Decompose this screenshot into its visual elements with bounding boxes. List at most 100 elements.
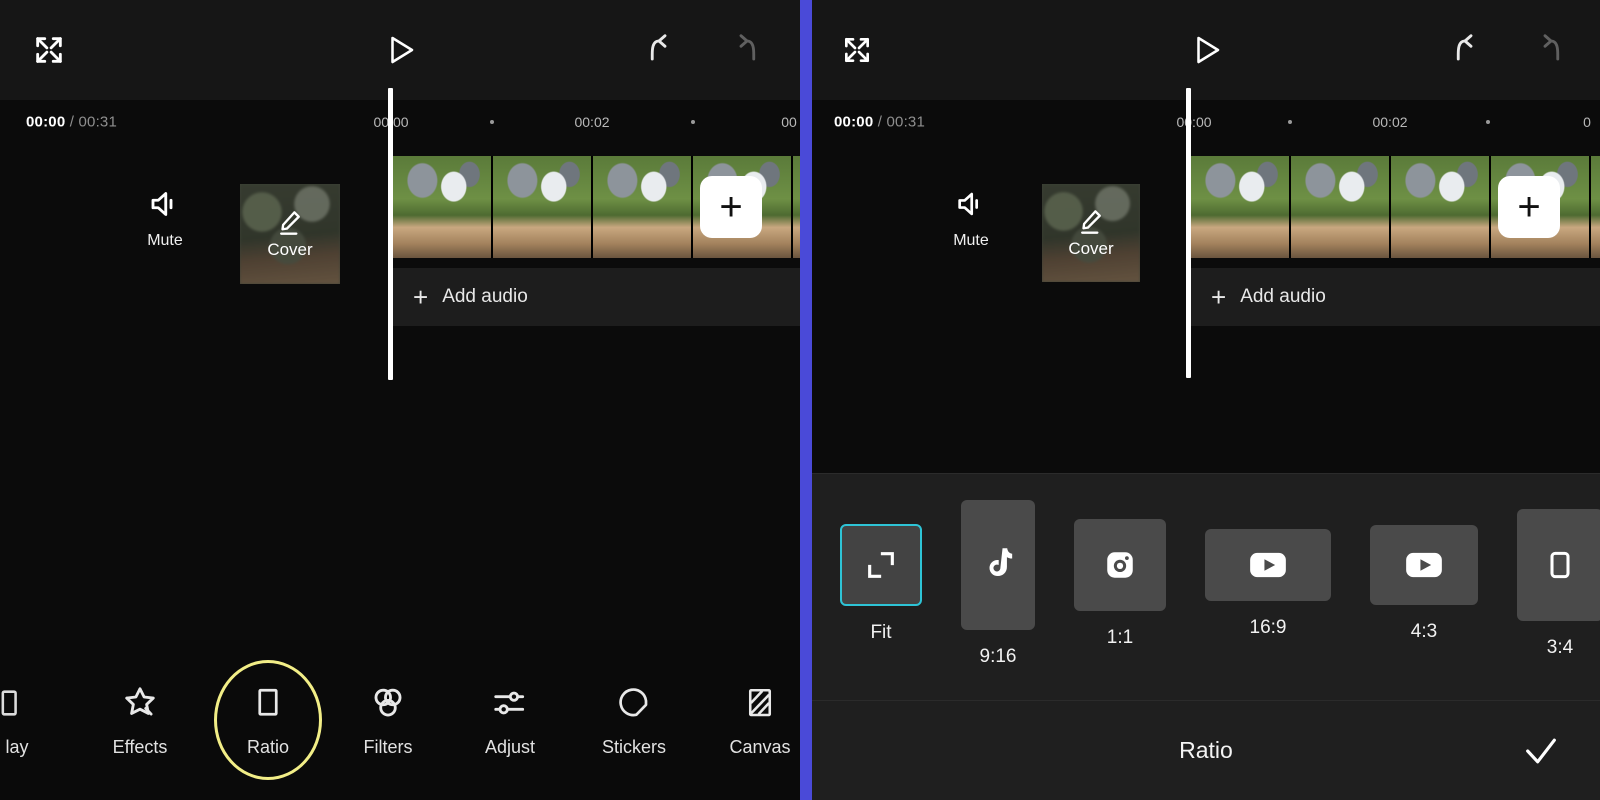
overlay-icon <box>0 683 34 723</box>
left-bottom-toolbar: lay Effects Ratio Filters Adjust Sticker… <box>0 640 800 800</box>
ratio-option-9-16[interactable]: 9:16 <box>961 500 1035 668</box>
ratio-options-panel: Fit 9:16 1:1 16:9 4:3 3:4 Ratio <box>812 473 1600 800</box>
right-timeline-track: + + Add audio <box>812 88 1600 467</box>
clip-frame <box>593 156 693 258</box>
left-current-time: 00:00 <box>26 113 66 131</box>
ratio-label: 4:3 <box>1410 621 1438 642</box>
ruler-tick: 00:02 <box>574 114 610 130</box>
right-time-readout: 00:00 / 00:31 <box>834 114 925 131</box>
ratio-option-3-4[interactable]: 3:4 <box>1517 509 1600 659</box>
ratio-options-list[interactable]: Fit 9:16 1:1 16:9 4:3 3:4 <box>812 474 1600 694</box>
plus-icon: + <box>413 282 429 312</box>
ratio-label: 16:9 <box>1249 617 1287 638</box>
toolbar-label: lay <box>5 736 29 757</box>
add-clip-button[interactable]: + <box>1498 176 1560 238</box>
tiktok-icon <box>961 500 1035 630</box>
sliders-icon <box>491 683 529 723</box>
left-time-separator: / <box>65 113 79 131</box>
ruler-dot-tick <box>490 120 494 124</box>
ruler-tick: 0 <box>1583 114 1591 130</box>
toolbar-item-filters[interactable]: Filters <box>342 683 434 758</box>
right-total-time: 00:31 <box>886 113 926 131</box>
ruler-tick: 00:00 <box>1176 114 1212 130</box>
ratio-label: 1:1 <box>1106 627 1134 648</box>
cover-label: Cover <box>1068 239 1114 258</box>
clip-frame <box>1391 156 1491 258</box>
toolbar-item-effects[interactable]: Effects <box>94 683 186 758</box>
play-icon[interactable] <box>377 27 423 73</box>
ratio-option-16-9[interactable]: 16:9 <box>1205 529 1331 639</box>
clip-frame <box>1591 156 1600 258</box>
add-audio-row[interactable]: + Add audio <box>393 268 800 326</box>
left-timeline: Mute Cover + + Add audio <box>0 88 800 504</box>
clip-frame <box>1291 156 1391 258</box>
youtube-icon <box>1370 525 1478 605</box>
three-circles-icon <box>369 683 407 723</box>
undo-icon[interactable] <box>642 27 688 73</box>
pencil-edit-icon <box>1076 207 1106 237</box>
toolbar-label: Stickers <box>601 736 666 757</box>
left-appbar <box>0 0 800 100</box>
toolbar-label: Ratio <box>246 736 290 757</box>
plus-icon: + <box>1211 282 1227 312</box>
clip-frame <box>393 156 493 258</box>
toolbar-label: Effects <box>112 736 168 757</box>
clip-frame <box>493 156 593 258</box>
left-timeline-ruler: 00:00 / 00:31 00:00 00:02 00 <box>0 100 800 144</box>
ruler-tick: 00 <box>781 114 797 130</box>
ruler-dot-tick <box>1486 120 1490 124</box>
right-timeline: Mute Cover + + Add audio <box>812 88 1600 467</box>
phone-portrait-icon <box>1517 509 1600 621</box>
toolbar-label: Adjust <box>484 736 536 757</box>
ruler-dot-tick <box>691 120 695 124</box>
fit-corners-icon <box>840 524 922 606</box>
undo-icon[interactable] <box>1448 27 1494 73</box>
right-current-time: 00:00 <box>834 113 874 131</box>
star-sparkle-icon <box>121 683 159 723</box>
ratio-label: Fit <box>870 622 892 643</box>
ruler-dot-tick <box>1288 120 1292 124</box>
add-clip-button[interactable]: + <box>700 176 762 238</box>
expand-icon[interactable] <box>834 27 880 73</box>
ratio-option-4-3[interactable]: 4:3 <box>1370 525 1478 643</box>
toolbar-item-adjust[interactable]: Adjust <box>464 683 556 758</box>
ratio-label: 9:16 <box>979 646 1017 667</box>
toolbar-item-overlay[interactable]: lay <box>0 683 48 758</box>
left-total-time: 00:31 <box>78 113 118 131</box>
canvas-hatch-icon <box>742 683 778 723</box>
instagram-icon <box>1074 519 1166 611</box>
ratio-option-fit[interactable]: Fit <box>840 524 922 644</box>
clip-frame <box>1191 156 1291 258</box>
add-audio-row[interactable]: + Add audio <box>1191 268 1600 326</box>
redo-icon[interactable] <box>718 27 764 73</box>
right-appbar <box>812 0 1600 100</box>
add-audio-label: Add audio <box>1240 286 1326 307</box>
panel-divider <box>800 0 812 800</box>
ratio-label: 3:4 <box>1546 637 1574 658</box>
screenshot-stage: 00:00 / 00:31 00:00 00:02 00 Mute <box>0 0 1600 800</box>
rectangle-ratio-icon <box>250 683 286 723</box>
add-audio-label: Add audio <box>442 286 528 307</box>
clip-frame <box>793 156 800 258</box>
left-time-readout: 00:00 / 00:31 <box>26 114 117 131</box>
ruler-tick: 00:02 <box>1372 114 1408 130</box>
toolbar-item-stickers[interactable]: Stickers <box>580 683 688 758</box>
toolbar-item-ratio[interactable]: Ratio <box>214 660 322 780</box>
toolbar-label: Filters <box>363 736 413 757</box>
sticker-icon <box>616 683 652 723</box>
checkmark-icon[interactable] <box>1518 728 1564 774</box>
right-editor-panel: 00:00 / 00:31 00:00 00:02 0 Mute Cover +… <box>812 0 1600 800</box>
expand-icon[interactable] <box>26 27 72 73</box>
toolbar-label: Canvas <box>729 736 791 757</box>
ratio-option-1-1[interactable]: 1:1 <box>1074 519 1166 649</box>
pencil-edit-icon <box>275 208 305 238</box>
cover-label: Cover <box>267 240 313 259</box>
toolbar-item-canvas[interactable]: Canvas <box>710 683 800 758</box>
redo-icon[interactable] <box>1522 27 1568 73</box>
left-timeline-track: + + Add audio <box>0 88 800 504</box>
right-timeline-ruler: 00:00 / 00:31 00:00 00:02 0 <box>812 100 1600 144</box>
right-time-separator: / <box>873 113 887 131</box>
play-icon[interactable] <box>1183 27 1229 73</box>
youtube-icon <box>1205 529 1331 601</box>
ratio-panel-footer: Ratio <box>812 700 1600 800</box>
